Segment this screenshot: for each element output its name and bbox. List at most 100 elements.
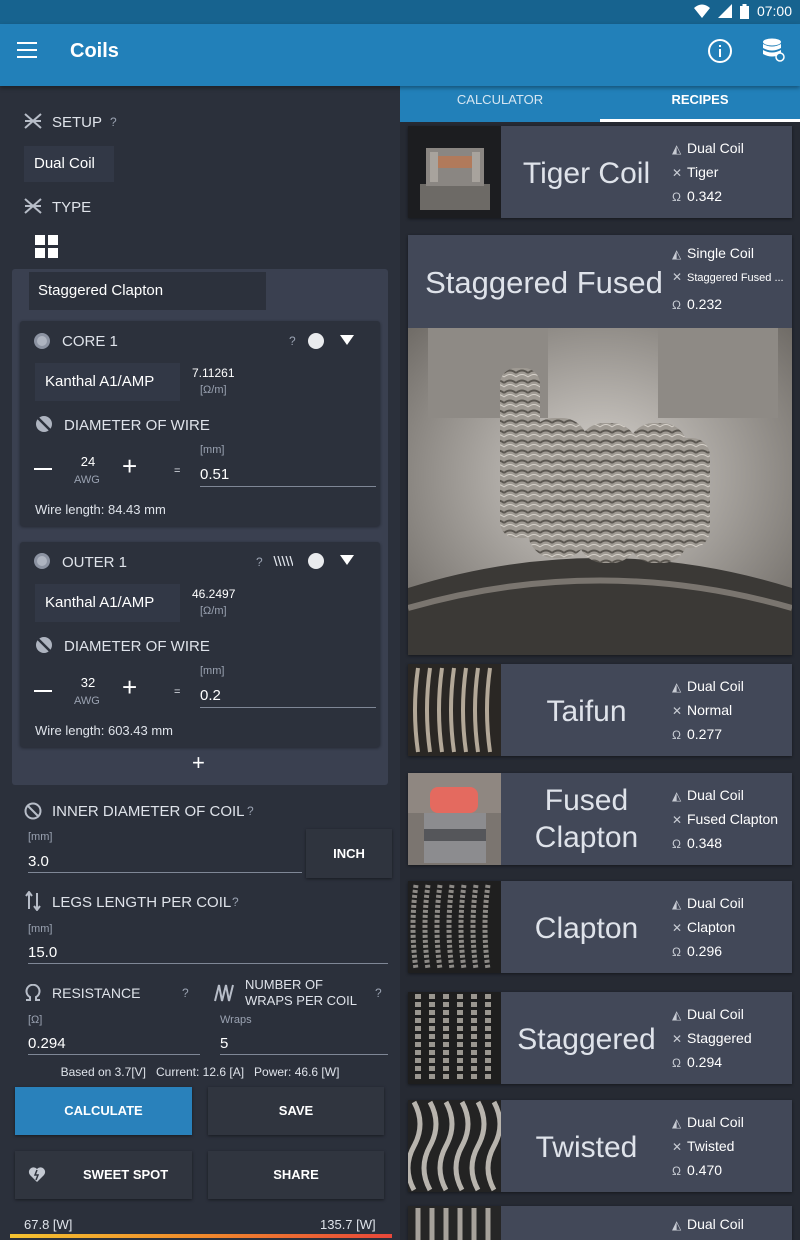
core-mm-input[interactable]: 0.51 <box>200 466 229 483</box>
core-expand-icon[interactable] <box>340 335 354 345</box>
recipe-setup: ◭ Single Coil <box>672 245 754 261</box>
recipe-card[interactable]: Tiger Coil ◭ Dual Coil ✕ Tiger Ω 0.342 <box>408 126 792 218</box>
recipe-card[interactable]: Clapton ◭ Dual Coil ✕ Clapton Ω 0.296 <box>408 881 792 973</box>
inner-diameter-label: INNER DIAMETER OF COIL <box>52 803 245 820</box>
recipe-card[interactable]: Staggered ◭ Dual Coil ✕ Staggered Ω 0.294 <box>408 992 792 1084</box>
recipe-type: ✕ Clapton <box>672 919 735 935</box>
ohm-icon: Ω <box>672 1164 681 1178</box>
wraps-input[interactable]: 5 <box>220 1035 228 1052</box>
grid-icon[interactable] <box>35 235 59 259</box>
recipe-resistance-text: 0.296 <box>687 943 723 959</box>
type-icon: ✕ <box>672 166 683 180</box>
legs-length-label: LEGS LENGTH PER COIL <box>52 894 232 911</box>
outer-help[interactable]: ? <box>256 555 263 569</box>
save-button[interactable]: SAVE <box>208 1087 384 1135</box>
type-icon: ✕ <box>672 813 683 827</box>
calculate-button[interactable]: CALCULATE <box>15 1087 192 1135</box>
recipe-setup-text: Dual Coil <box>687 140 744 156</box>
recipe-setup-text: Dual Coil <box>687 1216 744 1232</box>
outer-color-icon[interactable] <box>307 552 325 570</box>
setup-select[interactable]: Dual Coil <box>24 146 114 182</box>
outer-radio-icon[interactable] <box>33 552 51 570</box>
status-time: 07:00 <box>756 3 792 19</box>
recipe-type-text: Staggered Fused ... <box>687 272 784 284</box>
resistance-underline <box>28 1054 200 1055</box>
ohm-icon: Ω <box>672 837 681 851</box>
outer-minus-button[interactable] <box>34 690 52 692</box>
menu-icon[interactable] <box>17 42 39 60</box>
outer-equals: = <box>174 686 181 698</box>
outer-wrap-icon <box>273 556 293 566</box>
inner-diameter-unit: [mm] <box>28 831 53 843</box>
core-color-icon[interactable] <box>307 332 325 350</box>
recipe-resistance-text: 0.348 <box>687 835 723 851</box>
outer-mm-label: [mm] <box>200 665 225 677</box>
info-icon[interactable] <box>707 38 733 64</box>
inch-button[interactable]: INCH <box>306 829 392 878</box>
recipe-thumbnail <box>408 1206 501 1240</box>
core-help[interactable]: ? <box>289 334 296 348</box>
sweet-spot-button[interactable]: SWEET SPOT <box>15 1151 192 1199</box>
recipe-name-line1: Fused <box>544 784 629 817</box>
recipe-type-text: Staggered <box>687 1030 752 1046</box>
add-wire-button[interactable]: + <box>192 750 205 776</box>
coil-type-icon <box>24 198 42 214</box>
recipe-setup: ◭ Dual Coil <box>672 1114 744 1130</box>
recipe-setup-text: Dual Coil <box>687 1006 744 1022</box>
outer-material-select[interactable]: Kanthal A1/AMP <box>35 584 180 622</box>
outer-mm-input[interactable]: 0.2 <box>200 687 221 704</box>
recipe-setup: ◭ Dual Coil <box>672 140 744 156</box>
type-icon: ✕ <box>672 270 683 284</box>
recipe-type-text: Normal <box>687 702 733 718</box>
core-material-select[interactable]: Kanthal A1/AMP <box>35 363 180 401</box>
core-title: CORE 1 <box>62 333 118 350</box>
recipe-card[interactable]: Twisted ◭ Dual Coil ✕ Twisted Ω 0.470 <box>408 1100 792 1192</box>
recipe-card[interactable]: Fused Clapton ◭ Dual Coil ✕ Fused Clapton … <box>408 773 792 865</box>
wraps-help[interactable]: ? <box>375 986 382 1000</box>
recipe-resistance-text: 0.470 <box>687 1162 723 1178</box>
recipe-resistance: Ω 0.348 <box>672 835 722 851</box>
tab-recipes[interactable]: RECIPES <box>600 86 800 122</box>
tab-calculator[interactable]: CALCULATOR <box>400 86 600 122</box>
resistance-input[interactable]: 0.294 <box>28 1035 66 1052</box>
recipe-card[interactable]: ◭ Dual Coil <box>408 1206 792 1240</box>
inner-diameter-input[interactable]: 3.0 <box>28 853 49 870</box>
type-select[interactable]: Staggered Clapton <box>29 272 266 310</box>
recipe-setup: ◭ Dual Coil <box>672 678 744 694</box>
core-mm-underline <box>200 486 376 487</box>
outer-awg-label: AWG <box>74 695 100 707</box>
power-range-bar <box>10 1234 392 1238</box>
legs-length-input[interactable]: 15.0 <box>28 944 57 961</box>
core-radio-icon[interactable] <box>33 332 51 350</box>
setup-icon: ◭ <box>672 1116 682 1130</box>
recipe-setup-text: Dual Coil <box>687 678 744 694</box>
recipe-resistance-text: 0.277 <box>687 726 723 742</box>
type-icon: ✕ <box>672 921 683 935</box>
core-minus-button[interactable] <box>34 468 52 470</box>
recipe-photo <box>408 328 792 655</box>
core-plus-button[interactable]: + <box>122 453 137 479</box>
recipe-type: ✕ Normal <box>672 702 732 718</box>
setup-help[interactable]: ? <box>110 115 117 129</box>
recipe-setup-text: Single Coil <box>687 245 754 261</box>
inner-diameter-help[interactable]: ? <box>247 804 254 818</box>
outer-plus-button[interactable]: + <box>122 674 137 700</box>
recipe-type: ✕ Twisted <box>672 1138 734 1154</box>
legs-length-unit: [mm] <box>28 923 53 935</box>
ohm-icon: Ω <box>672 728 681 742</box>
recipe-name-line2: Clapton <box>534 821 639 854</box>
database-icon[interactable] <box>762 38 786 64</box>
recipe-card[interactable]: Taifun ◭ Dual Coil ✕ Normal Ω 0.277 <box>408 664 792 756</box>
diameter-icon <box>36 637 52 653</box>
recipe-setup-text: Dual Coil <box>687 1114 744 1130</box>
recipe-resistance: Ω 0.294 <box>672 1054 722 1070</box>
resistance-help[interactable]: ? <box>182 986 189 1000</box>
setup-label: SETUP <box>52 114 103 131</box>
recipe-card-featured[interactable]: Staggered Fused ◭ Single Coil ✕ Staggered … <box>408 235 792 655</box>
setup-icon: ◭ <box>672 1008 682 1022</box>
share-button[interactable]: SHARE <box>208 1151 384 1199</box>
setup-icon: ◭ <box>672 1218 682 1232</box>
outer-expand-icon[interactable] <box>340 555 354 565</box>
outer-mm-underline <box>200 707 376 708</box>
legs-length-help[interactable]: ? <box>232 895 239 909</box>
